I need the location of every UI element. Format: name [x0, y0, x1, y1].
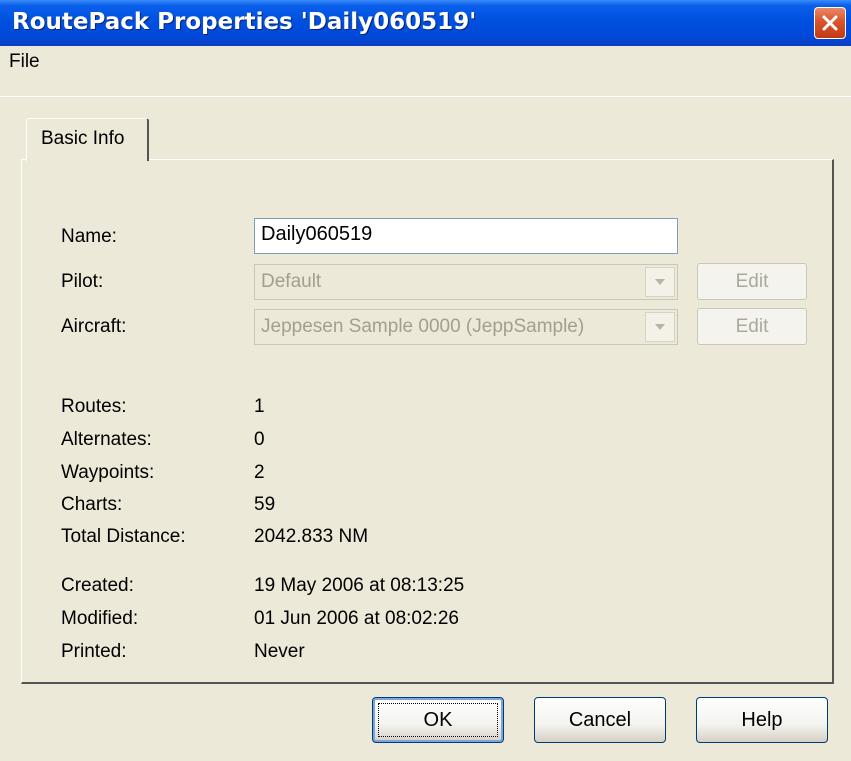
date-value: 19 May 2006 at 08:13:25: [254, 575, 465, 596]
pilot-select[interactable]: Default: [254, 264, 678, 300]
cancel-button[interactable]: Cancel: [534, 697, 666, 743]
help-button[interactable]: Help: [696, 697, 828, 743]
aircraft-select[interactable]: Jeppesen Sample 0000 (JeppSample): [254, 309, 678, 345]
date-value: Never: [254, 641, 305, 662]
stat-label: Charts:: [61, 494, 123, 515]
close-button[interactable]: [814, 7, 846, 39]
stat-value: 1: [254, 396, 265, 417]
tab-basic-info[interactable]: Basic Info: [26, 118, 149, 161]
pilot-select-value: Default: [261, 271, 322, 292]
name-input[interactable]: Daily060519: [254, 218, 678, 254]
focus-rect: [378, 703, 498, 737]
date-label: Printed:: [61, 641, 127, 662]
ok-button[interactable]: OK: [372, 697, 504, 743]
stat-label: Routes:: [61, 396, 127, 417]
pilot-label: Pilot:: [61, 271, 104, 292]
name-label: Name:: [61, 226, 117, 247]
date-label: Created:: [61, 575, 134, 596]
stat-label: Alternates:: [61, 429, 152, 450]
close-icon: [822, 15, 838, 31]
menu-bar: File: [0, 46, 851, 97]
stat-value: 2: [254, 462, 265, 483]
stat-value: 0: [254, 429, 265, 450]
stat-label: Total Distance:: [61, 526, 186, 547]
aircraft-select-value: Jeppesen Sample 0000 (JeppSample): [261, 316, 585, 337]
aircraft-edit-button[interactable]: Edit: [697, 308, 807, 345]
date-label: Modified:: [61, 608, 139, 629]
date-value: 01 Jun 2006 at 08:02:26: [254, 608, 459, 629]
stat-value: 59: [254, 494, 276, 515]
stat-value: 2042.833 NM: [254, 526, 369, 547]
title-bar[interactable]: RoutePack Properties 'Daily060519': [0, 0, 851, 46]
stat-label: Waypoints:: [61, 462, 155, 483]
chevron-down-icon: [655, 279, 665, 285]
pilot-dropdown-button[interactable]: [645, 267, 675, 297]
window-title: RoutePack Properties 'Daily060519': [12, 9, 477, 35]
pilot-edit-button[interactable]: Edit: [697, 263, 807, 300]
chevron-down-icon: [655, 324, 665, 330]
aircraft-dropdown-button[interactable]: [645, 312, 675, 342]
aircraft-label: Aircraft:: [61, 316, 127, 337]
menu-file[interactable]: File: [9, 51, 40, 73]
tab-label: Basic Info: [41, 128, 125, 149]
